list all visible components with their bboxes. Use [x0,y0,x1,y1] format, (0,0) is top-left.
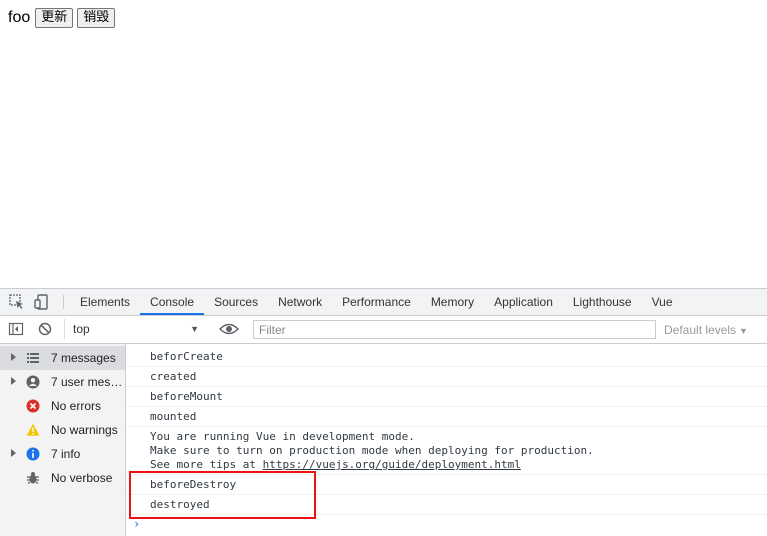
message-text: destroyed [150,498,210,511]
page-text: foo [8,9,31,26]
console-message: beforCreate [126,347,767,367]
clear-console-icon[interactable] [37,321,53,337]
warning-icon [26,423,40,436]
message-text: beforeMount [150,390,223,403]
sidebar-item-info[interactable]: 7 info [0,442,125,466]
sidebar-item-label: No errors [51,399,102,413]
message-text: beforCreate [150,350,223,363]
console-toolbar: top ▼ Default levels▼ [0,316,767,344]
sidebar-item-label: No verbose [51,471,113,485]
page-area: foo 更新 销毁 [0,0,767,288]
tab-performance[interactable]: Performance [332,289,421,315]
sidebar-toggle-icon[interactable] [8,321,24,337]
list-icon [27,353,39,363]
console-message: mounted [126,407,767,427]
tab-application[interactable]: Application [484,289,563,315]
user-icon [26,375,40,389]
update-button[interactable]: 更新 [35,8,74,28]
context-selector-value: top [73,322,90,336]
sidebar-item-warnings[interactable]: No warnings [0,418,125,442]
console-prompt[interactable]: › [133,517,140,531]
console-messages: beforCreate created beforeMount mounted … [126,344,767,536]
tab-lighthouse[interactable]: Lighthouse [563,289,642,315]
tab-memory[interactable]: Memory [421,289,484,315]
tab-sources[interactable]: Sources [204,289,268,315]
sidebar-item-label: 7 user messages [51,375,123,389]
inspect-element-icon[interactable] [8,293,26,311]
message-text: created [150,370,197,383]
console-message: created [126,367,767,387]
console-message: destroyed [126,495,767,515]
tabbar-separator [63,295,64,309]
deployment-guide-link[interactable]: https://vuejs.org/guide/deployment.html [263,458,521,471]
tab-vue[interactable]: Vue [642,289,683,315]
sidebar-item-errors[interactable]: No errors [0,394,125,418]
sidebar-item-label: No warnings [51,423,118,437]
live-expression-eye-icon[interactable] [219,321,239,337]
expand-triangle-icon[interactable] [11,377,16,385]
message-text: beforeDestroy [150,478,237,491]
devtools-tabbar: Elements Console Sources Network Perform… [0,289,767,316]
tab-network[interactable]: Network [268,289,332,315]
tab-elements[interactable]: Elements [70,289,140,315]
sidebar-item-label: 7 info [51,447,81,461]
sidebar-item-verbose[interactable]: No verbose [0,466,125,490]
device-toolbar-icon[interactable] [33,293,51,311]
message-text: Make sure to turn on production mode whe… [150,444,594,457]
message-text: See more tips at https://vuejs.org/guide… [126,458,767,472]
destroy-button[interactable]: 销毁 [77,8,116,28]
info-icon [26,447,40,461]
expand-triangle-icon[interactable] [11,449,16,457]
message-text: You are running Vue in development mode. [150,430,415,443]
console-message-vue-dev-mode: You are running Vue in development mode.… [126,427,767,475]
console-sidebar: 7 messages 7 user messages No errors [0,344,126,536]
tab-console[interactable]: Console [140,289,205,315]
expand-triangle-icon[interactable] [11,353,16,361]
message-text: mounted [150,410,197,423]
filter-field [253,320,656,339]
sidebar-item-messages[interactable]: 7 messages [0,346,125,370]
page-row: foo 更新 销毁 [8,8,119,28]
filter-input[interactable] [254,321,655,338]
devtools-panel: Elements Console Sources Network Perform… [0,288,767,536]
console-message: beforeMount [126,387,767,407]
sidebar-item-user-messages[interactable]: 7 user messages [0,370,125,394]
chevron-down-icon: ▼ [190,324,199,334]
bug-icon [27,472,39,484]
log-levels-label: Default levels [664,323,737,337]
chevron-down-icon: ▼ [739,326,748,336]
context-selector[interactable]: top ▼ [64,319,205,339]
message-text-prefix: See more tips at [150,458,263,471]
devtools-tabs: Elements Console Sources Network Perform… [70,289,683,315]
sidebar-item-label: 7 messages [51,351,116,365]
console-message: beforeDestroy [126,475,767,495]
error-icon [26,399,40,413]
log-levels-dropdown[interactable]: Default levels ▼ [664,323,748,337]
